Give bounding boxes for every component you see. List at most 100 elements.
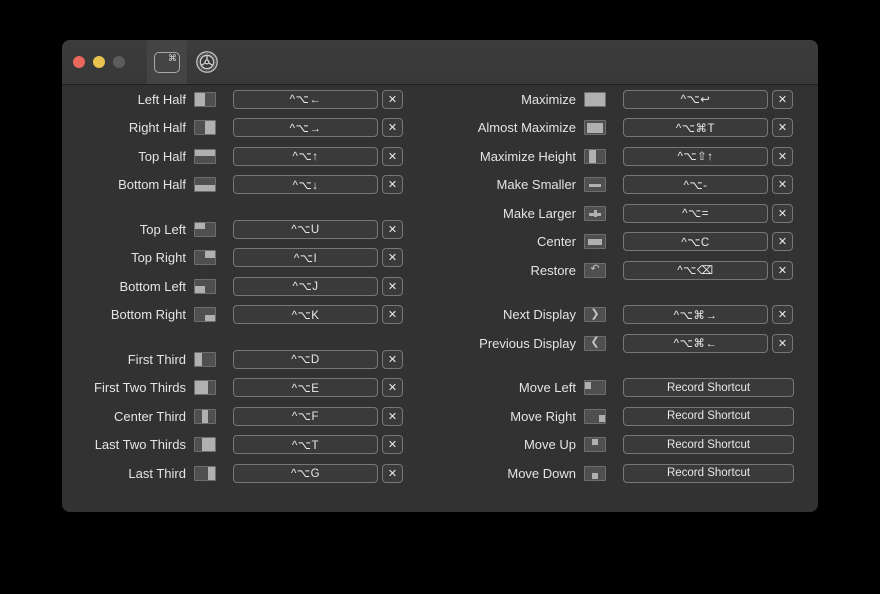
shortcut-row-label: First Two Thirds (62, 380, 186, 395)
clear-shortcut-button[interactable]: ✕ (382, 277, 403, 296)
window-center-icon (584, 234, 606, 249)
record-shortcut-button[interactable]: Record Shortcut (623, 464, 794, 483)
tab-settings[interactable] (187, 40, 227, 84)
clear-shortcut-button[interactable]: ✕ (772, 261, 793, 280)
shortcut-field[interactable]: ^⌥→ (233, 118, 378, 137)
clear-shortcut-button[interactable]: ✕ (382, 378, 403, 397)
right-column: Maximize^⌥↩✕Almost Maximize^⌥⌘T✕Maximize… (440, 85, 818, 488)
shortcut-row: Last Two Thirds^⌥T✕ (62, 431, 440, 460)
shortcut-row: Bottom Left ^⌥J✕ (62, 272, 440, 301)
shortcut-row-label: Center (440, 234, 576, 249)
clear-shortcut-button[interactable]: ✕ (772, 334, 793, 353)
shortcut-field[interactable]: ^⌥E (233, 378, 378, 397)
shortcut-field[interactable]: ^⌥T (233, 435, 378, 454)
shortcut-row-label: Make Larger (440, 206, 576, 221)
clear-shortcut-button[interactable]: ✕ (772, 118, 793, 137)
shortcut-field[interactable]: ^⌥← (233, 90, 378, 109)
plus-icon (584, 206, 606, 221)
window-maximize-height-icon (584, 149, 606, 164)
clear-shortcut-button[interactable]: ✕ (382, 175, 403, 194)
record-shortcut-button[interactable]: Record Shortcut (623, 378, 794, 397)
shortcut-group: Next Display❯^⌥⌘→✕Previous Display❮^⌥⌘←✕ (440, 301, 818, 358)
shortcut-field[interactable]: ^⌥⌘→ (623, 305, 768, 324)
gear-icon (195, 50, 219, 74)
shortcut-row: Maximize^⌥↩✕ (440, 85, 818, 114)
shortcut-row-label: Top Half (62, 149, 186, 164)
shortcut-field[interactable]: ^⌥C (623, 232, 768, 251)
window-almost-maximize-icon (584, 120, 606, 135)
shortcut-row-label: Move Up (440, 437, 576, 452)
window-bottom-half-icon (194, 177, 216, 192)
window-top-half-icon (194, 149, 216, 164)
shortcut-field[interactable]: ^⌥⌫ (623, 261, 768, 280)
clear-shortcut-button[interactable]: ✕ (382, 305, 403, 324)
shortcut-row: Top Half ^⌥↑✕ (62, 142, 440, 171)
shortcut-row: First Third^⌥D✕ (62, 345, 440, 374)
shortcut-field[interactable]: ^⌥K (233, 305, 378, 324)
clear-shortcut-button[interactable]: ✕ (382, 435, 403, 454)
icon-glyph: ❯ (590, 309, 599, 319)
shortcut-row: Move Right Record Shortcut (440, 402, 818, 431)
shortcut-row-label: Left Half (62, 92, 186, 107)
shortcut-field[interactable]: ^⌥J (233, 277, 378, 296)
shortcut-field[interactable]: ^⌥⌘T (623, 118, 768, 137)
minimize-window-button[interactable] (93, 56, 105, 68)
clear-shortcut-button[interactable]: ✕ (382, 147, 403, 166)
clear-shortcut-button[interactable]: ✕ (382, 90, 403, 109)
shortcut-field[interactable]: ^⌥D (233, 350, 378, 369)
move-right-icon (584, 409, 606, 424)
shortcut-field[interactable]: ^⌥= (623, 204, 768, 223)
shortcut-field[interactable]: ^⌥U (233, 220, 378, 239)
shortcut-row: Bottom Half ^⌥↓✕ (62, 171, 440, 200)
shortcut-row-label: Bottom Half (62, 177, 186, 192)
shortcut-row: Center Third^⌥F✕ (62, 402, 440, 431)
clear-shortcut-button[interactable]: ✕ (772, 147, 793, 166)
shortcut-row-label: Last Third (62, 466, 186, 481)
shortcut-row-label: Move Right (440, 409, 576, 424)
clear-shortcut-button[interactable]: ✕ (772, 175, 793, 194)
window-center-third-icon (194, 409, 216, 424)
shortcut-field[interactable]: ^⌥I (233, 248, 378, 267)
window-titlebar: ⌘ (62, 40, 818, 85)
move-up-icon (584, 437, 606, 452)
clear-shortcut-button[interactable]: ✕ (382, 407, 403, 426)
shortcut-field[interactable]: ^⌥G (233, 464, 378, 483)
shortcut-row: Restore↶^⌥⌫✕ (440, 256, 818, 285)
shortcut-row-label: Top Left (62, 222, 186, 237)
clear-shortcut-button[interactable]: ✕ (382, 220, 403, 239)
clear-shortcut-button[interactable]: ✕ (772, 232, 793, 251)
record-shortcut-button[interactable]: Record Shortcut (623, 407, 794, 426)
shortcuts-panel: Left Half^⌥←✕Right Half^⌥→✕Top Half^⌥↑✕B… (62, 85, 818, 512)
tab-shortcuts[interactable]: ⌘ (147, 40, 187, 84)
clear-shortcut-button[interactable]: ✕ (772, 305, 793, 324)
shortcut-row: Almost Maximize^⌥⌘T✕ (440, 114, 818, 143)
shortcut-field[interactable]: ^⌥F (233, 407, 378, 426)
shortcut-row: First Two Thirds ^⌥E✕ (62, 374, 440, 403)
shortcut-field[interactable]: ^⌥↩ (623, 90, 768, 109)
record-shortcut-button[interactable]: Record Shortcut (623, 435, 794, 454)
clear-shortcut-button[interactable]: ✕ (772, 204, 793, 223)
shortcut-field[interactable]: ^⌥⌘← (623, 334, 768, 353)
clear-shortcut-button[interactable]: ✕ (382, 118, 403, 137)
shortcut-row: Move Up Record Shortcut (440, 431, 818, 460)
shortcut-field[interactable]: ^⌥- (623, 175, 768, 194)
shortcut-row-label: Move Down (440, 466, 576, 481)
shortcut-row-label: Previous Display (440, 336, 576, 351)
shortcut-field[interactable]: ^⌥↓ (233, 175, 378, 194)
shortcut-row: Move Down Record Shortcut (440, 459, 818, 488)
shortcut-row: Make Smaller^⌥-✕ (440, 171, 818, 200)
clear-shortcut-button[interactable]: ✕ (382, 464, 403, 483)
move-left-icon (584, 380, 606, 395)
undo-arrow-icon: ↶ (584, 263, 606, 278)
shortcut-field[interactable]: ^⌥↑ (233, 147, 378, 166)
shortcut-group: Move LeftRecord ShortcutMove RightRecord… (440, 374, 818, 488)
clear-shortcut-button[interactable]: ✕ (772, 90, 793, 109)
close-window-button[interactable] (73, 56, 85, 68)
clear-shortcut-button[interactable]: ✕ (382, 350, 403, 369)
shortcut-row: Top Left ^⌥U✕ (62, 215, 440, 244)
window-right-half-icon (194, 120, 216, 135)
shortcut-field[interactable]: ^⌥⇧↑ (623, 147, 768, 166)
shortcut-row: Last Third ^⌥G✕ (62, 459, 440, 488)
shortcut-row-label: Bottom Left (62, 279, 186, 294)
clear-shortcut-button[interactable]: ✕ (382, 248, 403, 267)
